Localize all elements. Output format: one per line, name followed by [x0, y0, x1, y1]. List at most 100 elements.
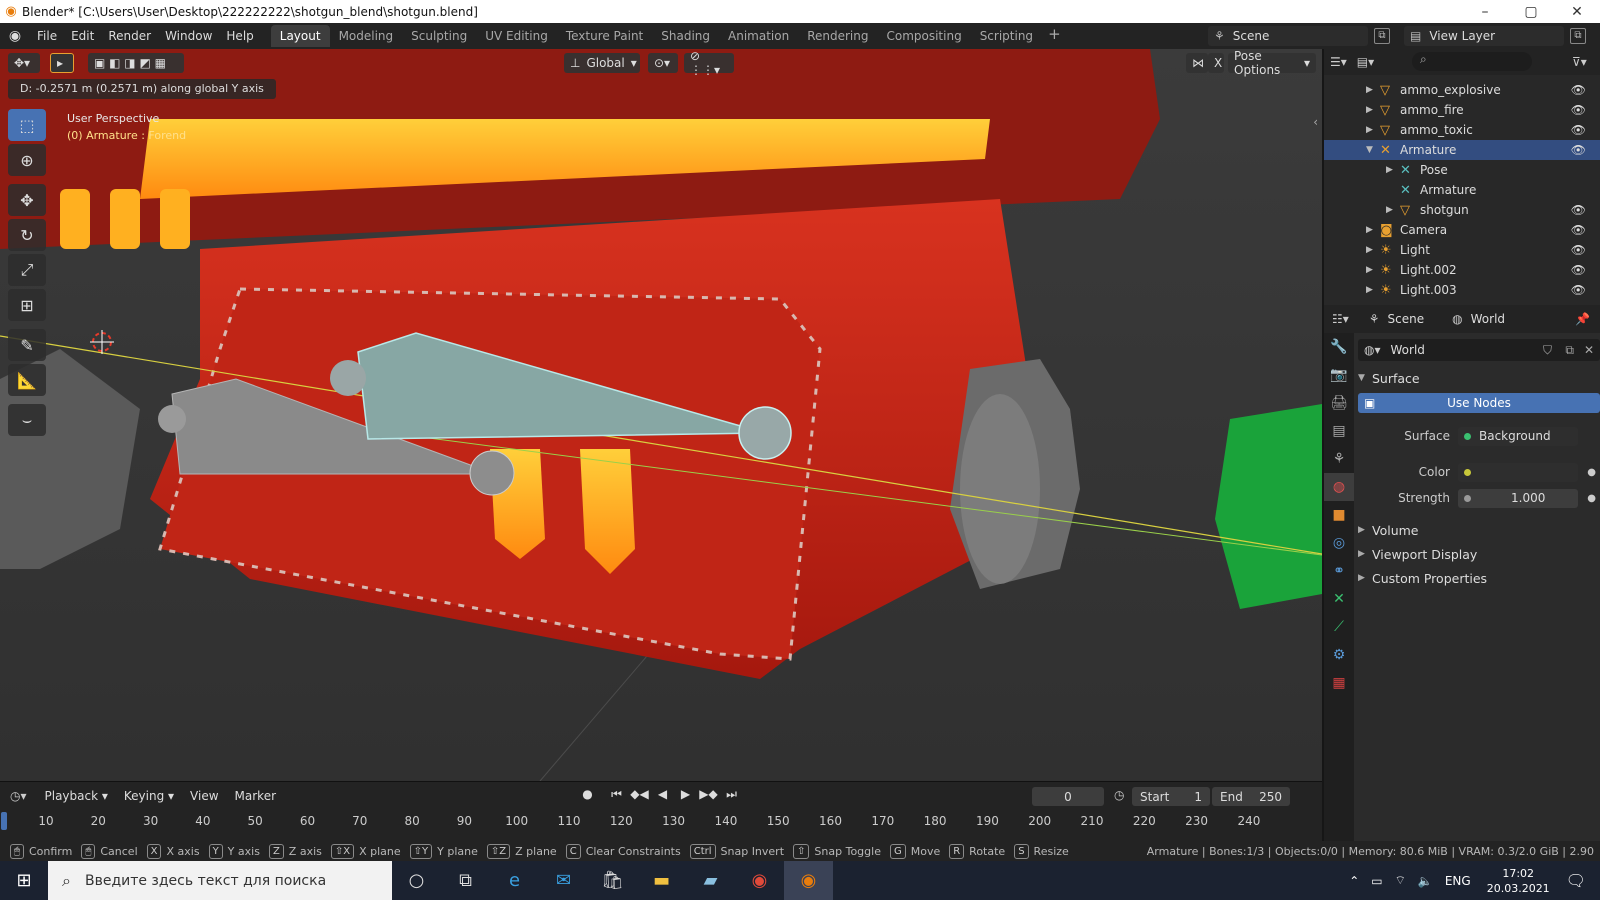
outliner-row[interactable]: ✕ Armature [1324, 180, 1600, 200]
keyframe-dot-icon[interactable]: ● [1587, 493, 1596, 504]
clock[interactable]: 17:02 20.03.2021 [1487, 866, 1550, 896]
outliner-row[interactable]: ▼ ✕ Armature 👁 [1324, 140, 1600, 160]
visibility-eye-icon[interactable]: 👁 [1571, 243, 1586, 257]
keying-menu[interactable]: Keying ▾ [116, 789, 182, 803]
add-workspace-icon[interactable]: + [1042, 25, 1067, 47]
current-frame-field[interactable]: 0 [1032, 787, 1104, 806]
visibility-eye-icon[interactable]: 👁 [1571, 103, 1586, 117]
expand-toggle-icon[interactable]: ▼ [1366, 145, 1373, 155]
strength-field[interactable]: 1.000 [1458, 488, 1578, 508]
visibility-eye-icon[interactable]: 👁 [1571, 143, 1586, 157]
tab-sculpting[interactable]: Sculpting [402, 25, 476, 47]
transform-tool-icon[interactable]: ⊞ [8, 289, 46, 321]
outliner-row[interactable]: ▶ ☀ Light.002 👁 [1324, 260, 1600, 280]
timeline-ruler[interactable]: 10 20 30 40 50 60 70 80 90 100 110 120 130 140 150 160 1… [0, 810, 1322, 832]
prev-keyframe-icon[interactable]: ◆◀ [630, 787, 649, 805]
mail-icon[interactable]: ✉ [539, 870, 588, 891]
play-icon[interactable]: ▶ [676, 787, 695, 805]
clock-icon[interactable]: ◷ [1114, 788, 1124, 802]
color-field[interactable] [1458, 462, 1578, 482]
duplicate-icon[interactable]: ⧉ [1565, 343, 1574, 358]
expand-toggle-icon[interactable]: ▶ [1366, 265, 1373, 275]
menu-render[interactable]: Render [101, 29, 158, 43]
language-indicator[interactable]: ENG [1445, 874, 1471, 888]
bone-tab-icon[interactable]: ⟋ [1324, 613, 1354, 641]
next-keyframe-icon[interactable]: ▶◆ [699, 787, 718, 805]
battery-icon[interactable]: ▭ [1371, 874, 1382, 888]
physics-tab-icon[interactable]: ◎ [1324, 529, 1354, 557]
scale-tool-icon[interactable]: ⤢ [8, 254, 46, 286]
outliner-row[interactable]: ▶ ▽ shotgun 👁 [1324, 200, 1600, 220]
visibility-eye-icon[interactable]: 👁 [1571, 263, 1586, 277]
record-icon[interactable]: ● [578, 787, 597, 805]
tab-modeling[interactable]: Modeling [330, 25, 403, 47]
tool-tab-icon[interactable]: 🔧 [1324, 333, 1354, 361]
outliner-row[interactable]: ▶ ▽ ammo_toxic 👁 [1324, 120, 1600, 140]
view-menu[interactable]: View [182, 789, 226, 803]
mirror-icon[interactable]: ⋈ [1186, 53, 1208, 73]
visibility-eye-icon[interactable]: 👁 [1571, 203, 1586, 217]
tab-rendering[interactable]: Rendering [798, 25, 877, 47]
close-button[interactable]: ✕ [1554, 4, 1600, 20]
expand-toggle-icon[interactable]: ▶ [1366, 85, 1373, 95]
3d-viewport[interactable]: ✥▾ ▸ ▣ ◧ ◨ ◩ ▦ ⊥ Global ▾ ⊙▾ ⊘ ⋮⋮▾ ⋈ X P… [0, 49, 1322, 781]
playback-menu[interactable]: Playback ▾ [37, 789, 116, 803]
scene-breadcrumb[interactable]: Scene [1388, 312, 1425, 326]
pin-icon[interactable]: 📌 [1575, 312, 1590, 326]
jump-end-icon[interactable]: ⏭ [722, 787, 741, 805]
chrome-icon[interactable]: ◉ [735, 870, 784, 891]
expand-toggle-icon[interactable]: ▶ [1366, 225, 1373, 235]
render-tab-icon[interactable]: 📷 [1324, 361, 1354, 389]
wifi-icon[interactable]: ⌔ [1395, 873, 1406, 888]
use-nodes-button[interactable]: ▣ Use Nodes [1358, 393, 1600, 413]
taskbar-search[interactable]: ⌕ Введите здесь текст для поиска [48, 861, 392, 900]
expand-toggle-icon[interactable]: ▶ [1366, 285, 1373, 295]
notifications-icon[interactable]: 🗨 [1566, 871, 1586, 890]
cursor-tool-icon[interactable]: ⊕ [8, 144, 46, 176]
constraints-tab-icon[interactable]: ⚭ [1324, 557, 1354, 585]
store-icon[interactable]: 🛍 [588, 870, 637, 891]
tab-compositing[interactable]: Compositing [877, 25, 970, 47]
snap-icon[interactable]: ⊘ ⋮⋮▾ [684, 49, 734, 77]
outliner-editor-icon[interactable]: ☰▾ [1330, 55, 1347, 69]
menu-file[interactable]: File [30, 29, 64, 43]
expand-toggle-icon[interactable]: ▶ [1366, 245, 1373, 255]
fake-user-icon[interactable]: ⛉ [1543, 343, 1552, 358]
scene-selector[interactable]: ⚘ Scene [1208, 26, 1368, 46]
bone-1-head[interactable] [158, 405, 186, 433]
tab-shading[interactable]: Shading [652, 25, 719, 47]
timeline-editor-icon[interactable]: ◷▾ [10, 789, 27, 803]
menu-window[interactable]: Window [158, 29, 219, 43]
menu-edit[interactable]: Edit [64, 29, 101, 43]
display-mode-icon[interactable]: ▤▾ [1357, 55, 1374, 69]
expand-toggle-icon[interactable]: ▶ [1386, 205, 1393, 215]
notes-app-icon[interactable]: ▰ [686, 870, 735, 891]
view-layer-selector[interactable]: ▤ View Layer [1404, 26, 1564, 46]
output-tab-icon[interactable]: 🖨 [1324, 389, 1354, 417]
windows-start-icon[interactable]: ⊞ [0, 870, 48, 891]
play-reverse-icon[interactable]: ◀ [653, 787, 672, 805]
world-datablock[interactable]: ◍▾ World ⛉ ⧉ ✕ [1358, 339, 1600, 361]
new-view-layer-icon[interactable]: ⧉ [1570, 28, 1586, 44]
blender-menu-icon[interactable]: ◉ [0, 28, 30, 44]
jump-start-icon[interactable]: ⏮ [607, 787, 626, 805]
bone-forend-tail[interactable] [738, 406, 792, 460]
visibility-eye-icon[interactable]: 👁 [1571, 223, 1586, 237]
tab-animation[interactable]: Animation [719, 25, 798, 47]
surface-panel-header[interactable]: ▼ Surface [1358, 367, 1600, 389]
outliner-row[interactable]: ▶ ☀ Light.003 👁 [1324, 280, 1600, 300]
cortana-icon[interactable]: ○ [392, 870, 441, 891]
marker-menu[interactable]: Marker [227, 789, 284, 803]
bone-1-tail[interactable] [469, 450, 515, 496]
blender-taskbar-icon[interactable]: ◉ [784, 861, 833, 900]
menu-help[interactable]: Help [219, 29, 260, 43]
armature-data-tab-icon[interactable]: ✕ [1324, 585, 1354, 613]
texture-tab-icon[interactable]: ▦ [1324, 669, 1354, 697]
editor-type-icon[interactable]: ✥▾ [8, 53, 40, 73]
select-mode-icon[interactable]: ▸ [50, 53, 74, 73]
surface-shader-field[interactable]: Background [1458, 426, 1578, 446]
outliner-row[interactable]: ▶ ✕ Pose [1324, 160, 1600, 180]
tab-uv-editing[interactable]: UV Editing [476, 25, 557, 47]
object-tab-icon[interactable]: ■ [1324, 501, 1354, 529]
annotate-tool-icon[interactable]: ✎ [8, 329, 46, 361]
